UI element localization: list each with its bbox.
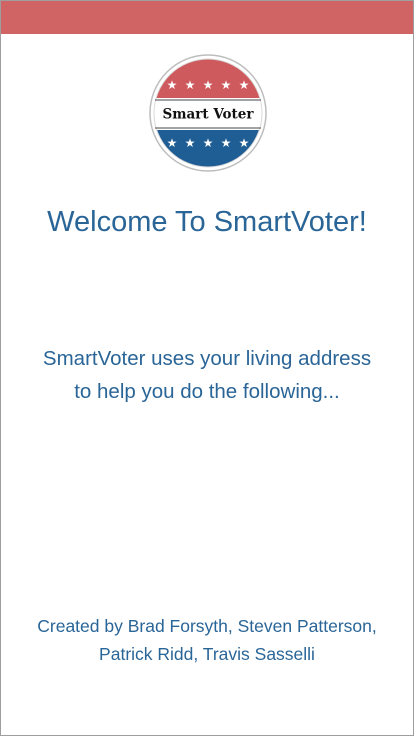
smart-voter-logo: ★ ★ ★ ★ ★ ★ ★ ★ ★ ★ Smart Voter <box>149 54 267 172</box>
credits-line-2: Patrick Ridd, Travis Sasselli <box>99 644 315 664</box>
credits-line-1: Created by Brad Forsyth, Steven Patterso… <box>37 616 377 636</box>
welcome-title: Welcome To SmartVoter! <box>47 206 367 238</box>
star-icon: ★ <box>203 136 214 150</box>
star-icon: ★ <box>167 136 178 150</box>
star-icon: ★ <box>221 78 232 92</box>
star-icon: ★ <box>203 78 214 92</box>
app-screen: ★ ★ ★ ★ ★ ★ ★ ★ ★ ★ Smart Voter Welcome … <box>0 0 414 736</box>
star-icon: ★ <box>239 78 250 92</box>
star-icon: ★ <box>167 78 178 92</box>
star-icon: ★ <box>239 136 250 150</box>
status-bar <box>1 1 413 34</box>
star-icon: ★ <box>185 78 196 92</box>
star-icon: ★ <box>221 136 232 150</box>
logo-text: Smart Voter <box>162 107 254 123</box>
credits: Created by Brad Forsyth, Steven Patterso… <box>1 612 413 668</box>
welcome-description: SmartVoter uses your living address to h… <box>42 347 372 403</box>
star-icon: ★ <box>185 136 196 150</box>
